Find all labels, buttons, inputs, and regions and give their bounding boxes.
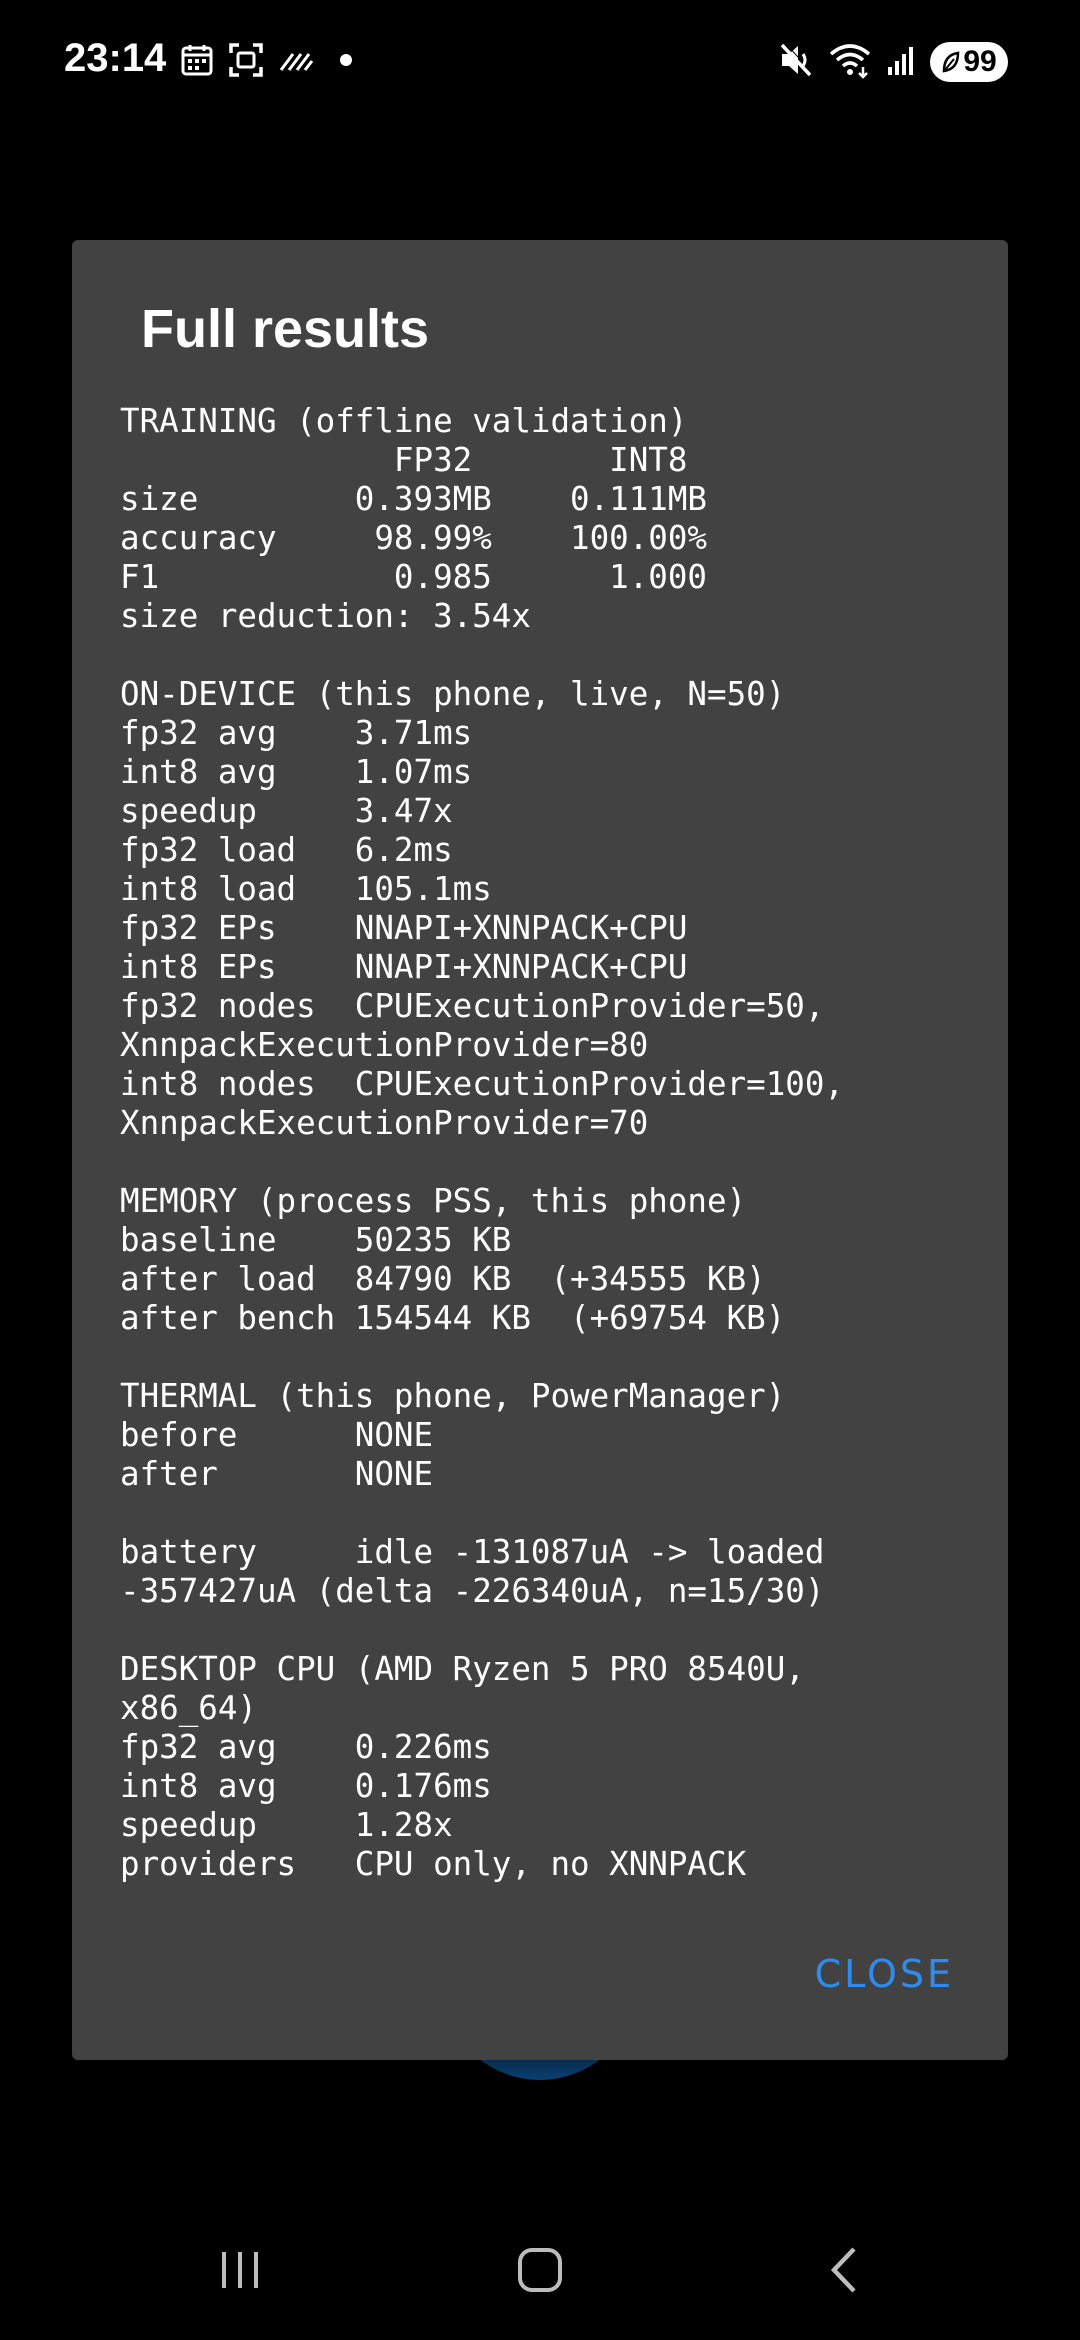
close-button[interactable]: CLOSE xyxy=(815,1952,954,1996)
status-bar: 23:14 99 xyxy=(0,0,1080,125)
home-icon xyxy=(518,2248,562,2292)
status-right-icons: 99 xyxy=(778,40,1008,84)
recents-icon xyxy=(222,2252,258,2288)
mute-icon xyxy=(778,41,814,84)
back-icon xyxy=(830,2247,856,2293)
wifi-icon xyxy=(828,41,872,84)
navigation-bar xyxy=(0,2200,1080,2340)
battery-level: 99 xyxy=(963,45,997,78)
full-results-dialog: Full results TRAINING (offline validatio… xyxy=(72,240,1008,2060)
recents-button[interactable] xyxy=(160,2200,320,2340)
results-text: TRAINING (offline validation) FP32 INT8 … xyxy=(120,402,844,1883)
status-time: 23:14 xyxy=(64,36,167,80)
status-left-icons xyxy=(180,42,358,83)
back-button[interactable] xyxy=(765,2200,925,2340)
cellular-signal-icon xyxy=(886,43,916,82)
battery-icon: 99 xyxy=(930,42,1008,82)
dialog-title: Full results xyxy=(141,299,430,359)
battery-leaf-icon xyxy=(943,51,960,73)
signal-scan-icon xyxy=(278,45,314,80)
screen: 23:14 99 Full results TRAINING (offline … xyxy=(0,0,1080,2340)
calendar-icon xyxy=(180,43,214,82)
screenshot-icon xyxy=(228,42,264,83)
home-button[interactable] xyxy=(460,2200,620,2340)
notification-dot-icon xyxy=(328,45,358,80)
